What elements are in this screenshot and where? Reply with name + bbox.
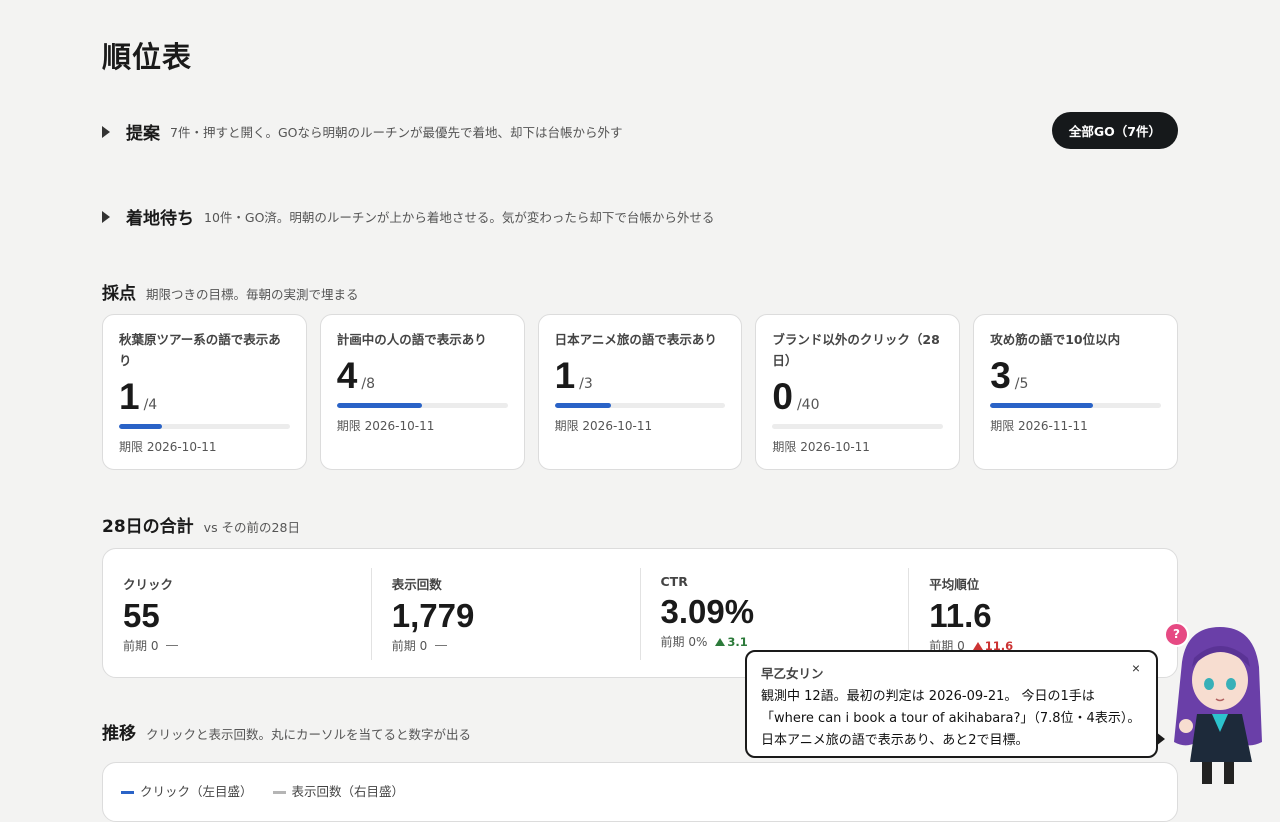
legend-item-impressions: 表示回数（右目盛） xyxy=(272,781,405,800)
no-change-dash-icon xyxy=(166,645,179,646)
goal-progress-bar xyxy=(990,403,1161,408)
goal-target: /5 xyxy=(1014,376,1029,392)
goal-value: 1 xyxy=(554,355,576,396)
goal-card: 計画中の人の語で表示あり 4/8 期限 2026-10-11 xyxy=(319,314,525,470)
goal-deadline: 期限 2026-10-11 xyxy=(119,440,217,454)
totals-header: 28日の合計 vs その前の28日 xyxy=(102,512,300,537)
goal-value: 3 xyxy=(990,355,1011,396)
metric-ctr: CTR 3.09% 前期 0% 3.1 xyxy=(641,568,910,660)
goal-value: 1 xyxy=(119,376,140,417)
progress-fill xyxy=(990,403,1093,408)
landing-description: 10件・GO済。明朝のルーチンが上から着地させる。気が変わったら却下で台帳から外… xyxy=(204,210,715,225)
metric-value: 55 xyxy=(123,597,160,634)
metric-value: 3.09% xyxy=(660,593,755,630)
go-all-button[interactable]: 全部GO（7件） xyxy=(1051,112,1178,149)
proposals-description: 7件・押すと開く。GOなら明朝のルーチンが最優先で着地、却下は台帳から外す xyxy=(170,125,623,140)
trend-chart-card: クリック（左目盛） 表示回数（右目盛） xyxy=(102,762,1178,822)
goal-label: ブランド以外のクリック（28日） xyxy=(772,332,940,368)
assistant-name: 早乙女リン xyxy=(761,666,824,681)
metric-previous: 前期 0% xyxy=(660,635,708,649)
progress-fill xyxy=(336,403,423,408)
legend-label: クリック（左目盛） xyxy=(140,784,253,799)
goal-card: 攻め筋の語で10位以内 3/5 期限 2026-11-11 xyxy=(973,314,1178,470)
chart-legend: クリック（左目盛） 表示回数（右目盛） xyxy=(121,781,404,800)
goal-target: /3 xyxy=(579,376,593,392)
goal-deadline: 期限 2026-11-11 xyxy=(990,419,1088,433)
legend-swatch xyxy=(121,791,134,794)
goal-label: 攻め筋の語で10位以内 xyxy=(990,332,1121,347)
goal-card: ブランド以外のクリック（28日） 0/40 期限 2026-10-11 xyxy=(755,314,961,470)
goal-progress-bar xyxy=(772,424,944,429)
goal-label: 計画中の人の語で表示あり xyxy=(336,332,487,347)
goal-deadline: 期限 2026-10-11 xyxy=(336,419,435,433)
trend-title: 推移 xyxy=(102,724,136,744)
goal-target: /8 xyxy=(361,376,375,392)
expand-triangle-icon xyxy=(102,210,110,223)
proposals-toggle[interactable]: 提案 7件・押すと開く。GOなら明朝のルーチンが最優先で着地、却下は台帳から外す xyxy=(102,119,622,144)
goal-deadline: 期限 2026-10-11 xyxy=(772,440,870,454)
metric-previous: 前期 0 xyxy=(123,639,159,653)
assistant-speech-bubble: 早乙女リン 観測中 12語。最初の判定は 2026-09-21。 今日の1手は「… xyxy=(745,650,1165,758)
metric-value: 1,779 xyxy=(391,597,475,634)
goal-card: 秋葉原ツアー系の語で表示あり 1/4 期限 2026-10-11 xyxy=(102,314,307,470)
metric-avg-position: 平均順位 11.6 前期 0 11.6 xyxy=(909,568,1177,660)
landing-title: 着地待ち xyxy=(126,209,194,229)
close-icon[interactable]: × xyxy=(1126,659,1146,677)
legend-label: 表示回数（右目盛） xyxy=(291,784,405,799)
metric-label: クリック xyxy=(123,577,174,592)
metric-impressions: 表示回数 1,779 前期 0 xyxy=(372,568,641,660)
goal-progress-bar xyxy=(119,424,290,429)
totals-subtitle: vs その前の28日 xyxy=(203,520,300,535)
goal-deadline: 期限 2026-10-11 xyxy=(554,419,653,433)
assistant-message: 観測中 12語。最初の判定は 2026-09-21。 今日の1手は「where … xyxy=(761,689,1141,748)
metric-label: CTR xyxy=(660,574,688,589)
proposals-title: 提案 xyxy=(126,124,160,144)
goal-target: /40 xyxy=(796,397,820,413)
legend-swatch xyxy=(272,791,286,794)
goal-target: /4 xyxy=(143,397,158,413)
totals-title: 28日の合計 xyxy=(102,517,194,537)
legend-item-clicks: クリック（左目盛） xyxy=(121,781,253,800)
goal-label: 秋葉原ツアー系の語で表示あり xyxy=(119,332,281,368)
metric-delta-up: 3.1 xyxy=(715,635,747,649)
assistant-mascot-avatar[interactable] xyxy=(1162,622,1272,792)
scoring-description: 期限つきの目標。毎朝の実測で埋まる xyxy=(146,287,359,302)
goal-card: 日本アニメ旅の語で表示あり 1/3 期限 2026-10-11 xyxy=(537,314,743,470)
goal-value: 4 xyxy=(336,355,358,396)
metric-label: 表示回数 xyxy=(391,577,442,592)
trend-description: クリックと表示回数。丸にカーソルを当てると数字が出る xyxy=(146,727,472,742)
goal-progress-bar xyxy=(336,403,508,408)
help-icon[interactable]: ? xyxy=(1164,622,1189,647)
landing-toggle[interactable]: 着地待ち 10件・GO済。明朝のルーチンが上から着地させる。気が変わったら却下で… xyxy=(102,204,714,229)
goal-progress-bar xyxy=(554,403,726,408)
scoring-header: 採点 期限つきの目標。毎朝の実測で埋まる xyxy=(102,279,359,304)
trend-header: 推移 クリックと表示回数。丸にカーソルを当てると数字が出る xyxy=(102,719,471,744)
goal-value: 0 xyxy=(772,376,793,417)
scoring-title: 採点 xyxy=(102,284,136,304)
metric-clicks: クリック 55 前期 0 xyxy=(103,568,372,660)
metric-label: 平均順位 xyxy=(929,577,980,592)
goal-cards: 秋葉原ツアー系の語で表示あり 1/4 期限 2026-10-11 計画中の人の語… xyxy=(102,314,1178,470)
metric-previous: 前期 0 xyxy=(391,639,428,653)
expand-triangle-icon xyxy=(102,125,110,138)
no-change-dash-icon xyxy=(435,645,448,646)
progress-fill xyxy=(119,424,162,429)
page-title: 順位表 xyxy=(102,40,193,74)
goal-label: 日本アニメ旅の語で表示あり xyxy=(554,332,717,347)
progress-fill xyxy=(554,403,612,408)
metric-value: 11.6 xyxy=(929,597,992,634)
